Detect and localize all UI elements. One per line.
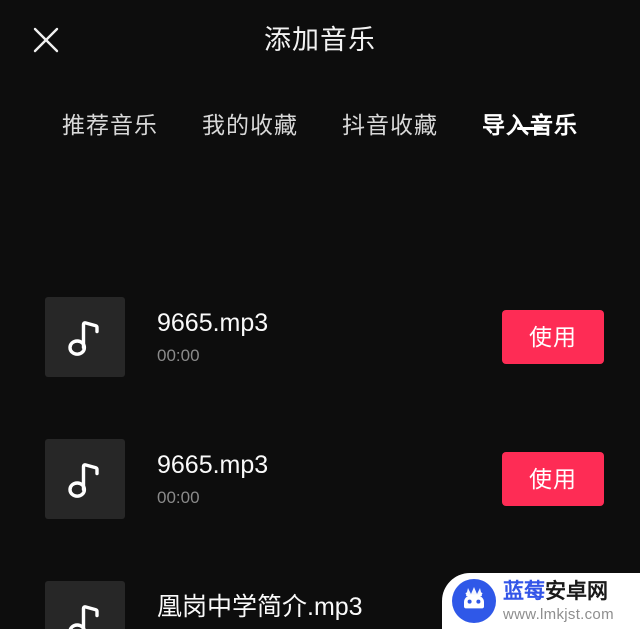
- music-note-icon: [45, 581, 125, 629]
- tab-active-indicator: [517, 127, 543, 130]
- track-name: 9665.mp3: [157, 309, 269, 337]
- track-list-item[interactable]: 9665.mp3 00:00 使用: [0, 408, 640, 550]
- track-list-item[interactable]: 9665.mp3 00:00 使用: [0, 266, 640, 408]
- tab-bar: 推荐音乐 我的收藏 抖音收藏 导入音乐: [0, 102, 640, 184]
- music-note-icon: [45, 439, 125, 519]
- watermark-brand-dark: 安卓网: [545, 579, 608, 603]
- tab-my-favorites[interactable]: 我的收藏: [180, 102, 320, 142]
- tab-import-music[interactable]: 导入音乐: [460, 102, 600, 142]
- android-robot-icon: [452, 579, 496, 623]
- watermark-text: 蓝莓安卓网 www.lmkjst.com: [496, 580, 640, 623]
- app-header: 添加音乐: [0, 0, 640, 80]
- tab-douyin-favorites[interactable]: 抖音收藏: [320, 102, 460, 142]
- music-note-icon: [45, 297, 125, 377]
- watermark-brand-blue: 蓝莓: [503, 579, 545, 603]
- use-button[interactable]: 使用: [502, 452, 604, 506]
- track-duration: 00:00: [157, 346, 200, 365]
- tab-label: 抖音收藏: [342, 112, 438, 138]
- page-title: 添加音乐: [264, 25, 376, 55]
- track-name: 9665.mp3: [157, 451, 269, 479]
- watermark-url: www.lmkjst.com: [503, 605, 614, 623]
- site-watermark: 蓝莓安卓网 www.lmkjst.com: [442, 573, 640, 629]
- tab-label: 导入音乐: [482, 112, 578, 138]
- track-info: 9665.mp3 00:00: [125, 449, 502, 509]
- tab-label: 推荐音乐: [62, 112, 158, 138]
- tab-recommended-music[interactable]: 推荐音乐: [40, 102, 180, 142]
- track-duration: 00:00: [157, 488, 200, 507]
- track-info: 9665.mp3 00:00: [125, 307, 502, 367]
- tab-label: 我的收藏: [202, 112, 298, 138]
- watermark-brand: 蓝莓安卓网: [503, 580, 640, 604]
- use-button[interactable]: 使用: [502, 310, 604, 364]
